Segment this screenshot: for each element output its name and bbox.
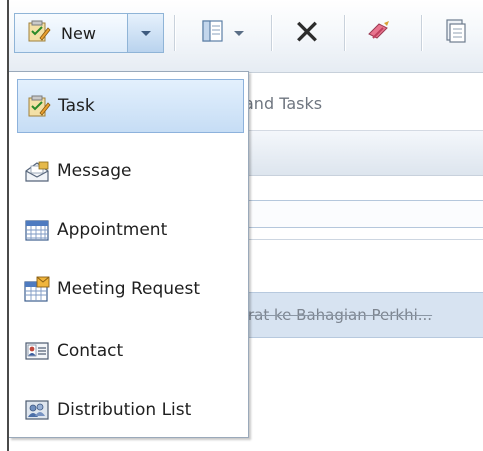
view-pane-icon	[200, 18, 226, 48]
menu-item-label: Appointment	[57, 220, 168, 240]
menu-item-label: Distribution List	[57, 400, 192, 420]
toolbar-separator	[271, 15, 272, 51]
new-item-menu: Task Message Appointment Meeting Request…	[9, 71, 249, 438]
dropdown-arrow-icon	[140, 30, 151, 36]
message-icon	[23, 157, 51, 185]
menu-item-distribution-list[interactable]: Distribution List	[17, 383, 244, 437]
toolbar-separator	[344, 15, 345, 51]
meeting-request-icon	[23, 275, 51, 303]
menu-item-label: Message	[57, 161, 132, 181]
distribution-list-icon	[23, 396, 51, 424]
flag-button[interactable]	[359, 13, 399, 53]
view-dropdown-arrow-icon	[234, 30, 244, 36]
menu-item-label: Task	[58, 96, 95, 116]
menu-item-task[interactable]: Task	[17, 79, 244, 133]
menu-item-appointment[interactable]: Appointment	[17, 203, 244, 257]
new-button-label: New	[61, 23, 96, 43]
menu-item-meeting-request[interactable]: Meeting Request	[17, 262, 244, 316]
more-button[interactable]	[436, 13, 476, 53]
flag-icon	[364, 16, 394, 50]
task-subject: rat ke Bahagian Perkhi...	[248, 306, 433, 324]
contact-card-icon	[23, 337, 51, 365]
toolbar: New ✕	[9, 0, 483, 73]
new-button[interactable]: New	[14, 13, 127, 53]
toolbar-separator	[174, 15, 175, 51]
table-row[interactable]: rat ke Bahagian Perkhi...	[244, 292, 483, 338]
task-icon	[24, 92, 52, 120]
menu-item-message[interactable]: Message	[17, 144, 244, 198]
menu-item-contact[interactable]: Contact	[17, 324, 244, 378]
folder-title: and Tasks	[244, 94, 323, 113]
filter-row[interactable]	[244, 200, 483, 228]
delete-button[interactable]: ✕	[285, 13, 329, 53]
delete-icon: ✕	[292, 13, 322, 53]
column-header-bar	[244, 130, 483, 176]
new-dropdown-button[interactable]	[127, 13, 164, 53]
more-icon	[443, 17, 469, 49]
toolbar-separator	[421, 15, 422, 51]
calendar-icon	[23, 216, 51, 244]
menu-item-label: Contact	[57, 341, 124, 361]
menu-item-label: Meeting Request	[57, 279, 200, 299]
new-task-icon	[25, 18, 51, 48]
divider	[244, 239, 483, 240]
reading-pane-button[interactable]	[187, 13, 257, 53]
